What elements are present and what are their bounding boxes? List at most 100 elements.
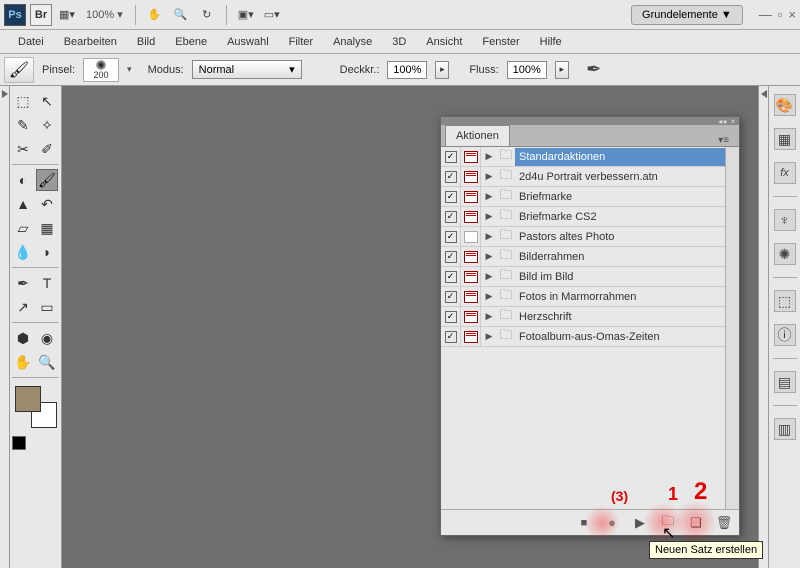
flow-flyout-icon[interactable]: ▸ [555,61,569,79]
play-action-icon[interactable]: ▶ [631,514,649,532]
workspace-switcher[interactable]: Grundelemente ▼ [631,5,743,25]
toggle-dialog-icon[interactable] [461,167,481,186]
toggle-enabled-checkbox[interactable]: ✓ [441,327,461,346]
history-brush-tool[interactable]: ↶ [36,193,58,215]
blend-mode-dropdown[interactable]: Normal▾ [192,60,302,79]
action-row[interactable]: ✓▶🗀Fotoalbum-aus-Omas-Zeiten [441,327,725,347]
delete-action-icon[interactable]: 🗑 [715,514,733,532]
action-row[interactable]: ✓▶🗀Bilderrahmen [441,247,725,267]
expand-triangle-icon[interactable]: ▶ [481,331,497,342]
right-dock-collapse[interactable] [758,86,768,568]
move-tool[interactable]: ⬚ [12,90,34,112]
zoom-level-select[interactable]: 100% ▾ [82,8,127,21]
menu-analyse[interactable]: Analyse [323,32,382,52]
toggle-enabled-checkbox[interactable]: ✓ [441,287,461,306]
expand-triangle-icon[interactable]: ▶ [481,151,497,162]
opacity-input[interactable]: 100% [387,61,427,79]
flow-input[interactable]: 100% [507,61,547,79]
dodge-tool[interactable]: ◗ [36,241,58,263]
styles-panel-icon[interactable]: fx [774,162,796,184]
gradient-tool[interactable]: ▦ [36,217,58,239]
expand-triangle-icon[interactable]: ▶ [481,251,497,262]
menu-filter[interactable]: Filter [279,32,323,52]
path-selection-tool[interactable]: ↗ [12,296,34,318]
record-icon[interactable]: ● [603,514,621,532]
expand-triangle-icon[interactable]: ▶ [481,211,497,222]
action-row[interactable]: ✓▶🗀Standardaktionen [441,147,725,167]
paths-panel-icon[interactable]: ▥ [774,418,796,440]
screen-mode-icon[interactable]: ▭▾ [261,4,283,26]
pen-tool[interactable]: ✒ [12,272,34,294]
action-row[interactable]: ✓▶🗀Bild im Bild [441,267,725,287]
hand-tool-icon[interactable]: ✋ [144,4,166,26]
toggle-dialog-icon[interactable] [461,227,481,246]
opacity-flyout-icon[interactable]: ▸ [435,61,449,79]
new-set-icon[interactable]: 🗀 [659,514,677,532]
menu-3d[interactable]: 3D [382,32,416,52]
healing-brush-tool[interactable]: ◐ [12,169,34,191]
toggle-dialog-icon[interactable] [461,267,481,286]
swatches-panel-icon[interactable]: ▦ [774,128,796,150]
clone-stamp-tool[interactable]: ▲ [12,193,34,215]
channels-panel-icon[interactable]: ▤ [774,371,796,393]
left-dock-collapse[interactable] [0,86,10,568]
expand-triangle-icon[interactable]: ▶ [481,271,497,282]
lasso-tool[interactable]: ✎ [12,114,34,136]
expand-triangle-icon[interactable]: ▶ [481,191,497,202]
eyedropper-tool[interactable]: ✐ [36,138,58,160]
menu-fenster[interactable]: Fenster [472,32,529,52]
magic-wand-tool[interactable]: ✧ [36,114,58,136]
layers-panel-icon[interactable]: ⬚ [774,290,796,312]
toggle-enabled-checkbox[interactable]: ✓ [441,247,461,266]
adjustments-panel-icon[interactable]: ♆ [774,209,796,231]
color-panel-icon[interactable]: 🎨 [774,94,796,116]
expand-triangle-icon[interactable]: ▶ [481,311,497,322]
toggle-enabled-checkbox[interactable]: ✓ [441,267,461,286]
action-row[interactable]: ✓▶🗀Briefmarke CS2 [441,207,725,227]
toggle-enabled-checkbox[interactable]: ✓ [441,227,461,246]
brush-tool[interactable]: 🖌 [36,169,58,191]
zoom-tool-icon[interactable]: 🔍 [170,4,192,26]
masks-panel-icon[interactable]: ✺ [774,243,796,265]
toggle-enabled-checkbox[interactable]: ✓ [441,207,461,226]
toggle-dialog-icon[interactable] [461,207,481,226]
maximize-button[interactable]: ▫ [778,7,783,22]
menu-hilfe[interactable]: Hilfe [530,32,572,52]
toggle-dialog-icon[interactable] [461,147,481,166]
info-panel-icon[interactable]: ⓘ [774,324,796,346]
menu-ebene[interactable]: Ebene [165,32,217,52]
toggle-enabled-checkbox[interactable]: ✓ [441,307,461,326]
action-row[interactable]: ✓▶🗀Briefmarke [441,187,725,207]
view-extras-icon[interactable]: ▦▾ [56,4,78,26]
menu-datei[interactable]: Datei [8,32,54,52]
airbrush-toggle-icon[interactable]: ✒ [583,59,605,81]
arrange-documents-icon[interactable]: ▣▾ [235,4,257,26]
menu-bearbeiten[interactable]: Bearbeiten [54,32,127,52]
toggle-enabled-checkbox[interactable]: ✓ [441,147,461,166]
toggle-dialog-icon[interactable] [461,327,481,346]
menu-bild[interactable]: Bild [127,32,165,52]
action-row[interactable]: ✓▶🗀2d4u Portrait verbessern.atn [441,167,725,187]
toggle-dialog-icon[interactable] [461,247,481,266]
menu-auswahl[interactable]: Auswahl [217,32,279,52]
expand-triangle-icon[interactable]: ▶ [481,231,497,242]
expand-triangle-icon[interactable]: ▶ [481,171,497,182]
expand-triangle-icon[interactable]: ▶ [481,291,497,302]
bridge-logo-icon[interactable]: Br [30,4,52,26]
hand-tool[interactable]: ✋ [12,351,34,373]
marquee-tool[interactable]: ↖ [36,90,58,112]
brush-picker[interactable]: 200 [83,58,119,82]
default-colors-icon[interactable] [12,436,26,450]
menu-ansicht[interactable]: Ansicht [416,32,472,52]
toggle-enabled-checkbox[interactable]: ✓ [441,187,461,206]
color-swatches[interactable] [15,386,57,428]
toggle-enabled-checkbox[interactable]: ✓ [441,167,461,186]
type-tool[interactable]: T [36,272,58,294]
toggle-dialog-icon[interactable] [461,307,481,326]
eraser-tool[interactable]: ▱ [12,217,34,239]
crop-tool[interactable]: ✂ [12,138,34,160]
minimize-button[interactable]: — [759,7,772,22]
3d-tool[interactable]: ⬢ [12,327,34,349]
action-row[interactable]: ✓▶🗀Herzschrift [441,307,725,327]
foreground-color-swatch[interactable] [15,386,41,412]
